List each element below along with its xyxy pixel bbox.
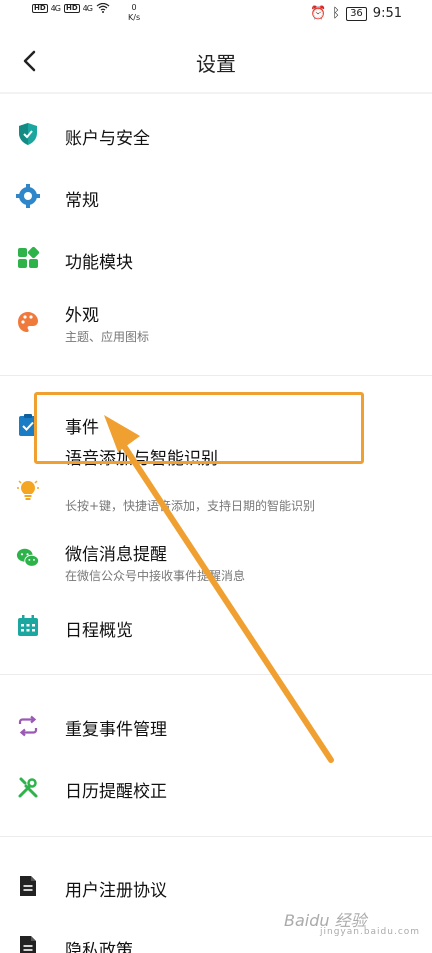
gear-icon (16, 184, 40, 208)
group-divider (0, 674, 432, 675)
wechat-icon (16, 548, 40, 567)
lightbulb-icon (17, 480, 39, 500)
status-right: ⏰ ᛒ 36 9:51 (304, 6, 402, 21)
calendar-icon (18, 615, 38, 636)
speed-unit: K/s (128, 13, 141, 22)
baidu-watermark: Baidu 经验 jingyan.baidu.com (284, 907, 419, 937)
network-speed: 0 K/s (128, 3, 140, 23)
status-bar: HD 4G HD 4G 0 K/s ⏰ ᛒ 36 9:51 (0, 0, 432, 28)
hd-badge: HD (32, 3, 48, 13)
battery-indicator: 36 (346, 6, 367, 21)
hd-badge: HD (63, 3, 80, 13)
settings-item-general[interactable]: 常规 (0, 170, 432, 224)
modules-icon (18, 246, 40, 268)
item-label: 微信消息提醒 (65, 545, 167, 565)
wifi-icon (96, 3, 110, 13)
header-divider (0, 92, 432, 94)
settings-item-account-security[interactable]: 账户与安全 (0, 108, 432, 162)
settings-item-modules[interactable]: 功能模块 (0, 230, 432, 284)
item-label: 常规 (65, 191, 99, 211)
signal-4g-label: 4G (82, 3, 93, 13)
item-subtitle: 主题、应用图标 (65, 330, 150, 344)
alarm-icon: ⏰ (310, 6, 327, 21)
app-header: 设置 (0, 30, 432, 92)
item-subtitle: 在微信公众号中接收事件提醒消息 (65, 569, 246, 583)
settings-item-appearance[interactable]: 外观 主题、应用图标 (0, 296, 432, 356)
signal-4g-label: 4G (50, 3, 61, 13)
item-label: 隐私政策 (65, 941, 133, 953)
page-title: 设置 (196, 52, 236, 76)
shield-icon (19, 123, 37, 145)
clock: 9:51 (372, 6, 402, 21)
bluetooth-icon: ᛒ (332, 6, 341, 21)
settings-item-calendar-correction[interactable]: 日历提醒校正 (0, 760, 432, 816)
speed-value: 0 (131, 3, 137, 12)
tools-icon (18, 777, 38, 798)
item-subtitle: 长按+键，快捷语音添加，支持日期的智能识别 (65, 499, 316, 513)
settings-item-wechat-reminder[interactable]: 微信消息提醒 在微信公众号中接收事件提醒消息 (0, 534, 432, 594)
palette-icon (18, 312, 38, 332)
watermark-subtext: jingyan.baidu.com (320, 927, 421, 937)
document-icon (20, 876, 36, 896)
item-label: 功能模块 (65, 253, 133, 273)
group-divider (0, 375, 432, 376)
item-label: 日程概览 (65, 621, 133, 641)
repeat-icon (18, 715, 38, 737)
network-indicators: HD 4G HD 4G (32, 3, 110, 13)
document-icon (20, 936, 36, 953)
item-label: 外观 (65, 306, 99, 326)
item-label: 账户与安全 (65, 129, 150, 149)
item-label: 日历提醒校正 (65, 782, 167, 802)
settings-item-schedule-overview[interactable]: 日程概览 (0, 598, 432, 654)
item-label: 重复事件管理 (65, 720, 167, 740)
highlight-box (34, 392, 364, 464)
item-label: 用户注册协议 (65, 881, 167, 901)
settings-item-repeat-events[interactable]: 重复事件管理 (0, 698, 432, 754)
group-divider (0, 836, 432, 837)
